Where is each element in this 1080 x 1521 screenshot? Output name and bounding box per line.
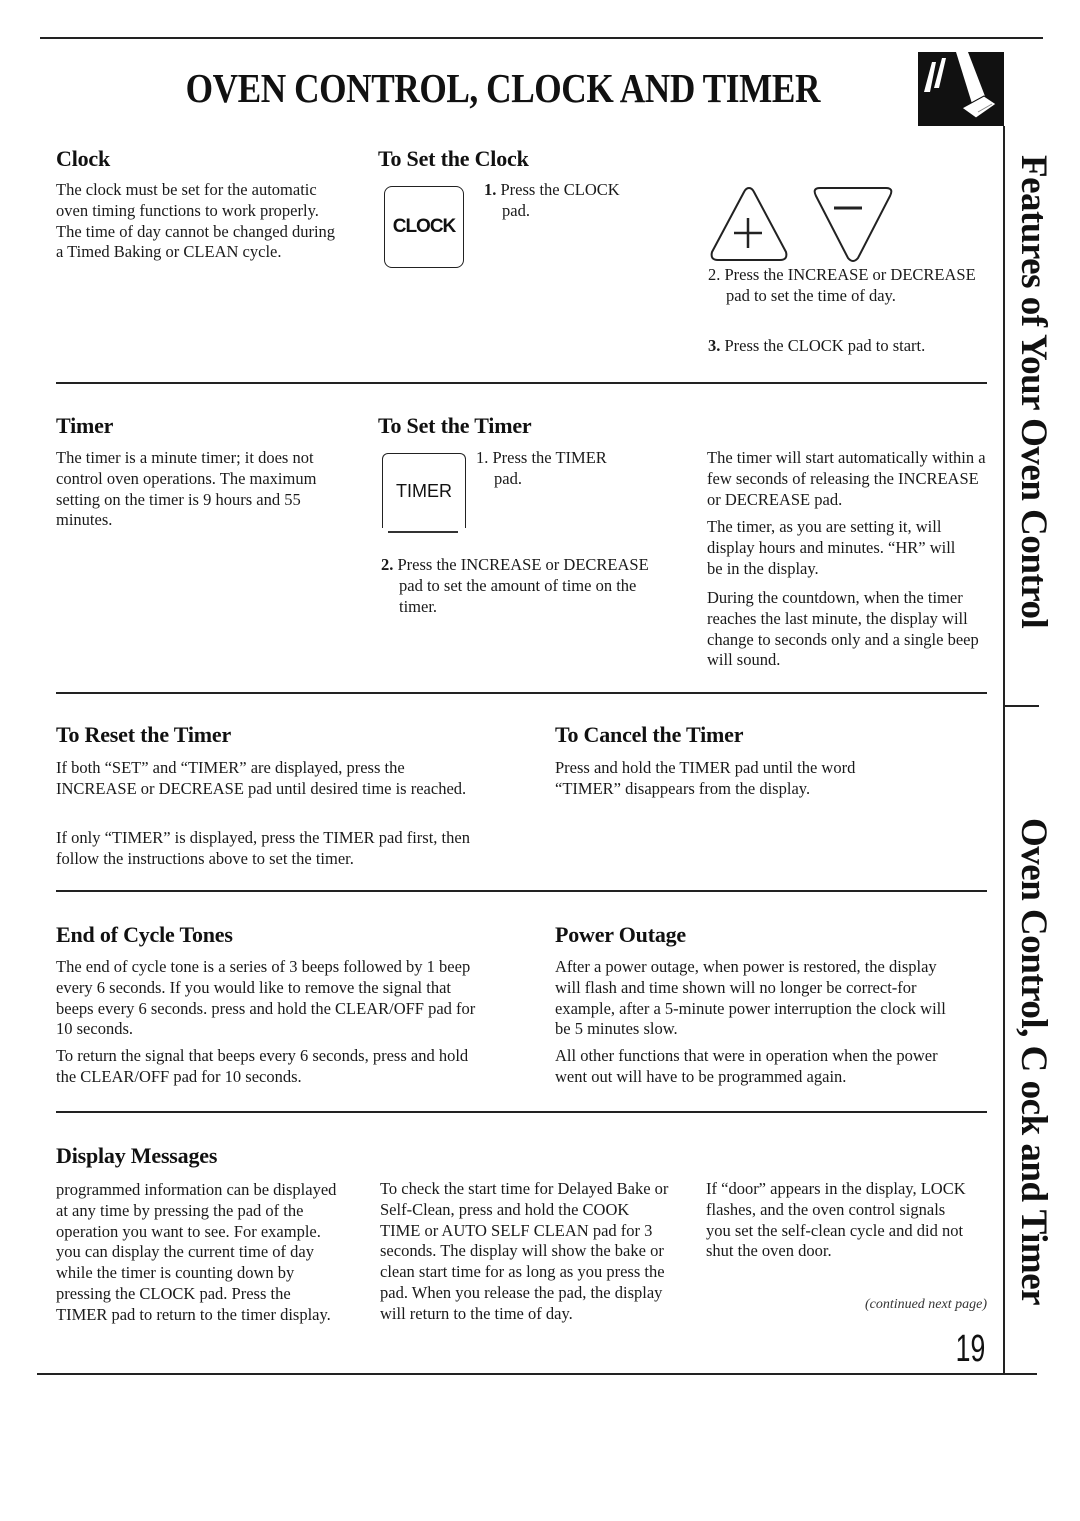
- page-title: OVEN CONTROL, CLOCK AND TIMER: [185, 65, 821, 111]
- page-number: 19: [955, 1328, 985, 1370]
- section-divider: [56, 382, 987, 384]
- display-messages-col-3: If “door” appears in the display, LOCK f…: [706, 1179, 966, 1261]
- cancel-timer-body: Press and hold the TIMER pad until the w…: [555, 758, 856, 798]
- end-tones-para-1: The end of cycle tone is a series of 3 b…: [56, 957, 476, 1039]
- section-divider: [56, 890, 987, 892]
- set-timer-heading: To Set the Timer: [378, 413, 532, 438]
- timer-pad-base: [388, 531, 458, 533]
- display-messages-heading: Display Messages: [56, 1143, 218, 1168]
- reset-timer-para-1: If both “SET” and “TIMER” are displayed,…: [56, 758, 467, 798]
- step-number: 3.: [708, 336, 721, 355]
- power-outage-heading: Power Outage: [555, 922, 686, 947]
- clock-pad-illustration: CLOCK: [384, 186, 464, 268]
- timer-heading: Timer: [56, 413, 114, 438]
- end-tones-heading: End of Cycle Tones: [56, 922, 233, 947]
- end-tones-para-2: To return the signal that beeps every 6 …: [56, 1046, 469, 1086]
- side-tab-tick: [1003, 705, 1039, 707]
- side-tab-section: Oven Control, C ock and Timer: [1013, 818, 1054, 1306]
- step-text: Press the INCREASE or DECREASE pad to se…: [397, 555, 649, 616]
- step-number: 1.: [476, 448, 489, 467]
- set-timer-step-1: 1. Press the TIMER pad.: [476, 448, 634, 490]
- section-divider: [56, 692, 987, 694]
- step-number: 1.: [484, 180, 497, 199]
- cancel-timer-heading: To Cancel the Timer: [555, 722, 744, 747]
- increase-pad-icon: [708, 184, 790, 269]
- clock-heading: Clock: [56, 146, 111, 171]
- timer-pad-illustration: TIMER: [382, 453, 466, 528]
- reset-timer-heading: To Reset the Timer: [56, 722, 232, 747]
- timer-body: The timer is a minute timer; it does not…: [56, 448, 317, 530]
- timer-note-countdown: During the countdown, when the timer rea…: [707, 588, 979, 670]
- step-text: Press the INCREASE or DECREASE pad to se…: [724, 265, 976, 305]
- set-timer-step-2: 2. Press the INCREASE or DECREASE pad to…: [381, 555, 659, 617]
- set-clock-step-1: 1. Press the CLOCK pad.: [484, 180, 642, 222]
- continued-next-page: (continued next page): [864, 1297, 987, 1312]
- step-number: 2.: [381, 555, 394, 574]
- step-text: Press the CLOCK pad to start.: [724, 336, 926, 355]
- display-messages-col-2: To check the start time for Delayed Bake…: [380, 1179, 669, 1323]
- power-outage-para-1: After a power outage, when power is rest…: [555, 957, 946, 1039]
- top-rule: [40, 37, 1043, 39]
- hand-pressing-pad-icon: [918, 52, 1004, 126]
- timer-note-display: The timer, as you are setting it, will d…: [707, 517, 956, 578]
- reset-timer-para-2: If only “TIMER” is displayed, press the …: [56, 828, 470, 868]
- power-outage-para-2: All other functions that were in operati…: [555, 1046, 938, 1086]
- side-tab-features: Features of Your Oven Control: [1013, 155, 1054, 629]
- set-clock-step-3: 3. Press the CLOCK pad to start.: [708, 336, 978, 357]
- set-clock-step-2: 2. Press the INCREASE or DECREASE pad to…: [708, 265, 986, 307]
- timer-note-auto-start: The timer will start automatically withi…: [707, 448, 986, 509]
- step-number: 2.: [708, 265, 721, 284]
- step-text: Press the CLOCK pad.: [500, 180, 620, 220]
- bottom-rule: [37, 1373, 1037, 1375]
- display-messages-col-1: programmed information can be displayed …: [56, 1180, 337, 1324]
- step-text: Press the TIMER pad.: [492, 448, 607, 488]
- decrease-pad-icon: [810, 184, 896, 271]
- side-tab-rule: [1003, 126, 1005, 1374]
- clock-body: The clock must be set for the automatic …: [56, 180, 336, 262]
- section-divider: [56, 1111, 987, 1113]
- set-clock-heading: To Set the Clock: [378, 146, 529, 171]
